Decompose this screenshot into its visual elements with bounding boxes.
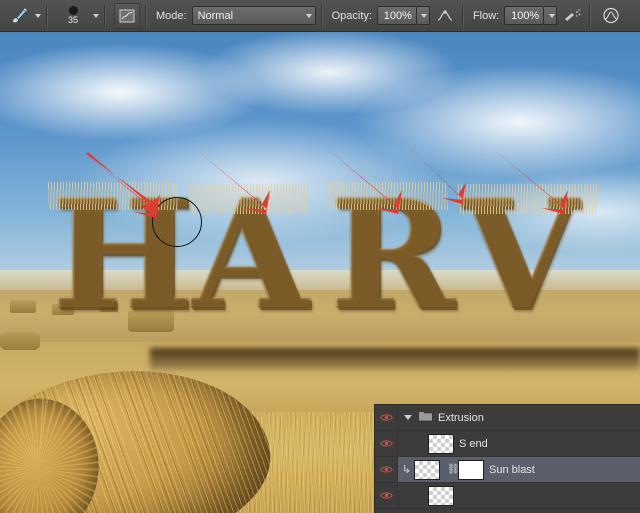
blend-mode-dropdown[interactable]: Normal xyxy=(191,6,316,25)
eye-icon xyxy=(379,466,393,473)
toolbar-separator-5 xyxy=(461,4,464,27)
flow-value[interactable]: 100% xyxy=(504,6,545,25)
foreground-hay-bale xyxy=(0,356,279,513)
opacity-value[interactable]: 100% xyxy=(376,6,417,25)
folder-icon xyxy=(418,410,433,425)
brush-panel-icon[interactable] xyxy=(114,2,140,29)
clipping-mask-icon: ↳ xyxy=(402,464,412,476)
layer-name: Sun blast xyxy=(489,463,535,476)
toolbar-separator-3 xyxy=(145,4,147,27)
flow-label: Flow: xyxy=(472,9,500,22)
layer-row[interactable] xyxy=(375,483,640,509)
chevron-down-icon xyxy=(305,13,312,18)
layer-name: Extrusion xyxy=(438,411,484,424)
toolbar-separator-2 xyxy=(104,4,106,27)
layer-visibility-toggle[interactable] xyxy=(375,483,398,508)
layer-visibility-toggle[interactable] xyxy=(375,457,398,482)
layers-panel[interactable]: Extrusion S end ↳ ⛓ Sun blast xyxy=(374,404,640,513)
airbrush-icon[interactable] xyxy=(560,4,584,28)
layer-thumbnail[interactable] xyxy=(428,433,454,454)
brush-preset-picker[interactable]: 35 xyxy=(56,2,90,30)
blend-mode-value: Normal xyxy=(197,9,234,22)
flow-control[interactable]: 100% xyxy=(504,6,558,25)
toolbar-separator-1 xyxy=(46,4,48,27)
layer-mask-thumbnail[interactable] xyxy=(458,459,484,480)
layer-thumbnail[interactable] xyxy=(428,485,454,506)
annotation-arrow-1 xyxy=(84,152,160,218)
layer-row[interactable]: Extrusion xyxy=(375,405,640,431)
brush-tool-icon[interactable] xyxy=(6,3,32,29)
annotation-arrow-4 xyxy=(404,142,466,204)
annotation-arrow-5 xyxy=(490,146,568,214)
layer-visibility-toggle[interactable] xyxy=(375,431,398,456)
pressure-size-icon[interactable] xyxy=(599,4,623,28)
layer-thumbnail[interactable] xyxy=(414,459,440,480)
link-icon[interactable]: ⛓ xyxy=(447,464,460,475)
flow-slider-caret[interactable] xyxy=(544,6,558,25)
brush-options-toolbar: 35 Mode: Normal Opacity: 100% Flow: 100% xyxy=(0,0,640,32)
toolbar-separator-6 xyxy=(589,4,592,27)
eye-icon xyxy=(379,492,393,499)
pressure-opacity-icon[interactable] xyxy=(433,4,457,28)
eye-icon xyxy=(379,414,393,421)
eye-icon xyxy=(379,440,393,447)
annotation-arrow-2 xyxy=(192,146,270,214)
brush-preset-caret[interactable] xyxy=(90,0,99,31)
opacity-label: Opacity: xyxy=(331,9,372,22)
opacity-control[interactable]: 100% xyxy=(376,6,430,25)
toolbar-separator-4 xyxy=(320,4,323,27)
brush-size-value: 35 xyxy=(67,15,78,25)
photoshop-window: 35 Mode: Normal Opacity: 100% Flow: 100%… xyxy=(0,0,640,513)
opacity-slider-caret[interactable] xyxy=(416,6,430,25)
layer-name: S end xyxy=(459,437,488,450)
group-disclosure-icon[interactable] xyxy=(404,415,412,420)
mode-label: Mode: xyxy=(156,9,187,22)
brush-tip-preview xyxy=(68,6,78,15)
layer-row[interactable]: ↳ ⛓ Sun blast xyxy=(375,457,640,483)
layer-visibility-toggle[interactable] xyxy=(375,405,398,430)
layer-row[interactable]: S end xyxy=(375,431,640,457)
brush-tool-caret[interactable] xyxy=(32,0,41,31)
